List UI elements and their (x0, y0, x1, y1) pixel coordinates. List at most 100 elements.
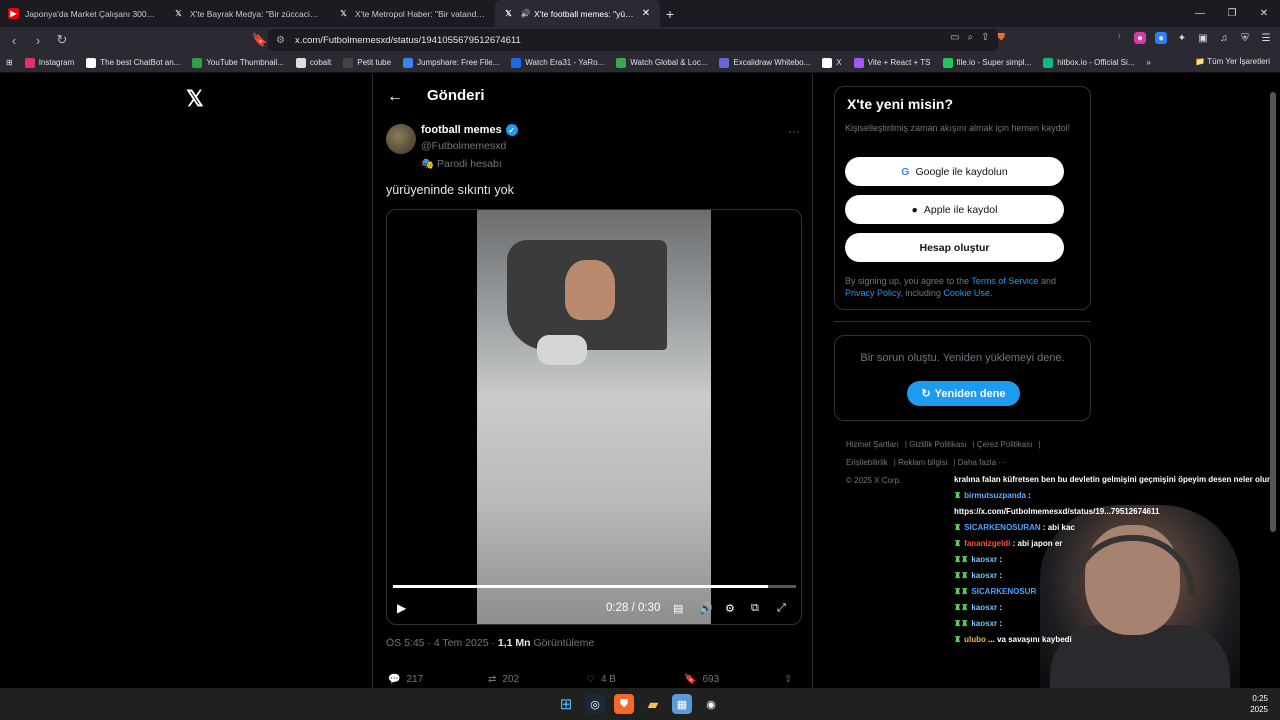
bookmark-label: YouTube Thumbnail... (206, 58, 284, 67)
bookmark-item[interactable]: Watch Era31 - YaRo... (505, 57, 610, 68)
page-title: Gönderi (427, 87, 485, 104)
footer-link[interactable]: Daha fazla ··· (958, 458, 1006, 467)
system-clock[interactable]: 0:25 2025 (1250, 693, 1268, 715)
x-logo-icon[interactable]: 𝕏 (186, 86, 204, 112)
more-options-icon[interactable]: ··· (788, 124, 800, 138)
video-player[interactable]: ▶ 0:28 / 0:30 ▤ 🔊 ⚙ ⧉ ⤢ (386, 209, 802, 625)
apple-signup-button[interactable]: ● Apple ile kaydol (845, 195, 1064, 224)
footer-link[interactable]: Reklam bilgisi (898, 458, 947, 467)
more-bookmarks-icon[interactable]: » (1140, 58, 1156, 67)
picture-in-picture-icon[interactable]: ⧉ (751, 602, 759, 615)
folder-icon[interactable]: ▰ (643, 694, 663, 714)
bookmark-item[interactable]: Excalidraw Whitebo... (713, 57, 816, 68)
captions-icon[interactable]: ▤ (673, 602, 683, 615)
bookmark-item[interactable]: The best ChatBot an... (80, 57, 186, 68)
bookmark-item[interactable]: Instagram (19, 57, 81, 68)
bookmark-item[interactable]: Vite + React + TS (848, 57, 937, 68)
tab-0[interactable]: ▶ Japonya'da Market Çalışanı 3000 Dol (0, 0, 165, 27)
google-signup-button[interactable]: G Google ile kaydolun (845, 157, 1064, 186)
post-time[interactable]: ÖS 5:45 · 4 Tem 2025 · (386, 637, 498, 649)
bookmark-button[interactable]: 🔖 693 (684, 674, 719, 685)
site-info-icon[interactable]: ⚙ (276, 35, 285, 46)
back-icon[interactable]: ‹ (4, 30, 24, 50)
tab-1[interactable]: 𝕏 X'te Bayrak Medya: "Bir züccaciyeci, A (165, 0, 330, 27)
steam-icon[interactable]: ◎ (585, 694, 605, 714)
chat-line: ♜ SICARKENOSURAN : abi kac (954, 523, 1075, 532)
video-progress-bar[interactable] (393, 585, 796, 588)
avatar[interactable] (386, 124, 416, 154)
parody-text: Parodi hesabı (437, 158, 502, 170)
repost-button[interactable]: ⇄ 202 (488, 674, 519, 685)
tab-3[interactable]: 𝕏 🔊 X'te football memes: "yürüye ✕ (495, 0, 660, 27)
back-arrow-icon[interactable]: ← (387, 88, 403, 106)
footer-link[interactable]: Gizlilik Politikası (909, 440, 966, 449)
share-icon[interactable]: ⇪ (981, 32, 989, 43)
all-bookmarks[interactable]: 📁 Tüm Yer İşaretleri (1195, 57, 1270, 66)
vpn-icon[interactable]: ⛨ (1239, 32, 1251, 44)
extension-icon[interactable]: ● (1155, 32, 1167, 44)
menu-icon[interactable]: ☰ (1260, 32, 1272, 44)
chat-line: ♜ birmutsuzpanda : (954, 491, 1031, 500)
puzzle-icon[interactable]: ✦ (1176, 32, 1188, 44)
zoom-icon[interactable]: ⌕ (968, 32, 974, 43)
bookmark-item[interactable]: file.io - Super simpl... (937, 57, 1038, 68)
bookmark-item[interactable]: Jumpshare: Free File... (397, 57, 505, 68)
forward-icon[interactable]: › (28, 30, 48, 50)
chat-text: : (1025, 491, 1031, 500)
share-button[interactable]: ⇪ (784, 674, 792, 685)
footer-link[interactable]: Çerez Politikası (977, 440, 1033, 449)
reload-icon[interactable]: ↻ (52, 30, 72, 50)
volume-icon[interactable]: 🔊 (699, 602, 713, 615)
scrollbar[interactable] (1270, 92, 1276, 532)
footer-link[interactable]: Hizmet Şartları (846, 440, 899, 449)
fullscreen-icon[interactable]: ⤢ (777, 602, 786, 615)
speaker-icon[interactable]: 🔊 (520, 8, 531, 19)
settings-icon[interactable]: ⚙ (725, 602, 735, 615)
bookmark-item[interactable]: cobalt (290, 57, 337, 68)
music-icon[interactable]: ♫ (1218, 32, 1230, 44)
brave-icon[interactable]: ⛊ (614, 694, 634, 714)
address-bar[interactable]: ⚙ x.com/Futbolmemesxd/status/19410556795… (268, 29, 998, 51)
like-button[interactable]: ♡ 4 B (586, 674, 616, 685)
legal-and: and (1038, 276, 1056, 286)
legal-text: By signing up, you agree to the Terms of… (845, 275, 1081, 299)
terms-link[interactable]: Terms of Service (971, 276, 1038, 286)
extension-icon[interactable]: ⁾ (1113, 32, 1125, 44)
bookmark-item[interactable]: Petit tube (337, 57, 397, 68)
screen-icon[interactable]: ▭ (950, 32, 959, 43)
bookmark-icon[interactable]: 🔖 (250, 30, 270, 50)
brave-shield-icon[interactable]: ⛊ (998, 32, 1006, 43)
new-tab-button[interactable]: + (660, 6, 680, 22)
video-controls: ▶ 0:28 / 0:30 ▤ 🔊 ⚙ ⧉ ⤢ (387, 598, 801, 618)
obs-icon[interactable]: ◉ (701, 694, 721, 714)
cookie-link[interactable]: Cookie Use. (943, 288, 992, 298)
reply-button[interactable]: 💬 217 (388, 674, 423, 685)
tab-2[interactable]: 𝕏 X'te Metropol Haber: "Bir vatandaş: E (330, 0, 495, 27)
post-text: yürüyeninde sıkıntı yok (386, 183, 514, 197)
minimize-icon[interactable]: — (1184, 0, 1216, 27)
chat-user: SICARKENOSURAN (964, 523, 1041, 532)
taskbar-icons: ⊞ ◎ ⛊ ▰ ▦ ◉ (556, 694, 721, 714)
author-name[interactable]: football memes ✓ (421, 124, 518, 136)
sidebar-icon[interactable]: ▣ (1197, 32, 1209, 44)
bookmark-item[interactable]: YouTube Thumbnail... (186, 57, 290, 68)
reply-icon: 💬 (388, 674, 401, 685)
create-account-button[interactable]: Hesap oluştur (845, 233, 1064, 262)
url-actions: ▭ ⌕ ⇪ ⛊ (950, 32, 1005, 43)
bookmark-item[interactable]: Watch Global & Loc... (610, 57, 713, 68)
windows-start-icon[interactable]: ⊞ (556, 694, 576, 714)
close-tab-icon[interactable]: ✕ (640, 8, 652, 20)
extension-icon[interactable]: ● (1134, 32, 1146, 44)
apps-icon[interactable]: ⊞ (0, 58, 19, 67)
author-handle[interactable]: @Futbolmemesxd (421, 140, 506, 152)
play-icon[interactable]: ▶ (397, 601, 406, 615)
close-window-icon[interactable]: ✕ (1248, 0, 1280, 27)
bookmark-item[interactable]: X (816, 57, 847, 68)
footer-link[interactable]: Erişilebilirlik (846, 458, 888, 467)
privacy-link[interactable]: Privacy Policy (845, 288, 900, 298)
bookmark-item[interactable]: hitbox.io - Official Si... (1037, 57, 1140, 68)
chat-user: kaosxr (971, 571, 998, 580)
maximize-icon[interactable]: ❐ (1216, 0, 1248, 27)
retry-button[interactable]: ↻ Yeniden dene (907, 381, 1020, 406)
photos-icon[interactable]: ▦ (672, 694, 692, 714)
